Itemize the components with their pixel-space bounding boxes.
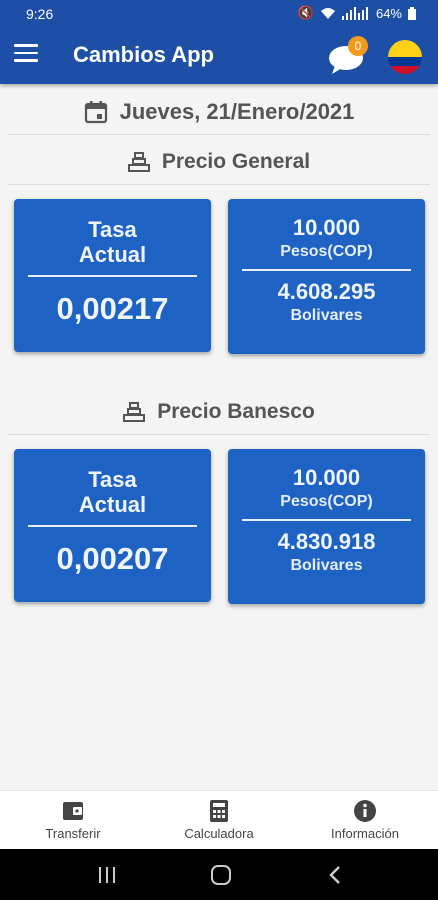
calendar-icon bbox=[84, 101, 107, 124]
notification-badge[interactable]: 0 bbox=[348, 36, 368, 56]
nav-label: Calculadora bbox=[184, 826, 254, 841]
section-title-text: Precio General bbox=[161, 150, 311, 173]
system-navigation-bar bbox=[0, 849, 438, 900]
rate-label-line2: Actual bbox=[78, 492, 147, 517]
converted-value: 4.830.918 bbox=[277, 528, 376, 554]
wallet-icon bbox=[63, 802, 83, 820]
nav-item-informacion[interactable]: Información bbox=[292, 799, 438, 841]
status-icons: 🔇 64% bbox=[298, 5, 416, 21]
nav-item-transferir[interactable]: Transferir bbox=[0, 799, 146, 841]
conversion-card-banesco: 10.000 Pesos(COP) 4.830.918 Bolivares bbox=[228, 449, 425, 604]
battery-icon bbox=[408, 6, 416, 20]
colombia-flag-icon[interactable] bbox=[388, 40, 422, 74]
rate-value: 0,00207 bbox=[56, 540, 169, 576]
money-icon bbox=[127, 152, 150, 172]
section-title-banesco: Precio Banesco bbox=[8, 390, 430, 435]
rate-label-line1: Tasa bbox=[88, 217, 137, 242]
back-icon[interactable] bbox=[328, 865, 342, 885]
amount-unit: Pesos(COP) bbox=[280, 493, 373, 510]
status-time: 9:26 bbox=[26, 6, 54, 22]
info-icon bbox=[354, 800, 376, 822]
converted-unit: Bolivares bbox=[290, 306, 363, 324]
status-bar: 9:26 🔇 64% bbox=[0, 0, 438, 28]
converted-unit: Bolivares bbox=[290, 556, 363, 574]
rate-card-banesco: Tasa Actual 0,00207 bbox=[14, 449, 211, 602]
home-icon[interactable] bbox=[210, 864, 232, 886]
card-divider bbox=[242, 269, 411, 271]
card-divider bbox=[242, 519, 411, 521]
rate-label-line1: Tasa bbox=[88, 467, 137, 492]
money-icon bbox=[123, 402, 146, 422]
wifi-icon bbox=[320, 8, 335, 19]
mute-icon: 🔇 bbox=[297, 5, 314, 20]
date-header: Jueves, 21/Enero/2021 bbox=[8, 90, 430, 135]
signal-icon bbox=[341, 7, 368, 20]
app-bar: Cambios App 0 bbox=[0, 28, 438, 84]
calculator-icon bbox=[210, 800, 228, 822]
section-title-text: Precio Banesco bbox=[157, 400, 315, 423]
card-divider bbox=[28, 275, 197, 277]
nav-label: Transferir bbox=[45, 826, 101, 841]
amount-value: 10.000 bbox=[292, 215, 361, 240]
rate-card-general: Tasa Actual 0,00217 bbox=[14, 199, 211, 352]
menu-icon[interactable] bbox=[14, 44, 38, 64]
amount-value: 10.000 bbox=[292, 465, 361, 490]
battery-text: 64% bbox=[375, 5, 402, 21]
nav-label: Información bbox=[331, 826, 399, 841]
card-divider bbox=[28, 525, 197, 527]
date-text: Jueves, 21/Enero/2021 bbox=[119, 99, 355, 124]
amount-unit: Pesos(COP) bbox=[280, 243, 373, 260]
converted-value: 4.608.295 bbox=[277, 278, 376, 304]
bottom-navigation: Transferir Calculadora Información bbox=[0, 790, 438, 850]
section-title-general: Precio General bbox=[8, 140, 430, 185]
app-title: Cambios App bbox=[73, 42, 214, 67]
nav-item-calculadora[interactable]: Calculadora bbox=[146, 799, 292, 841]
conversion-card-general: 10.000 Pesos(COP) 4.608.295 Bolivares bbox=[228, 199, 425, 354]
rate-value: 0,00217 bbox=[56, 290, 169, 326]
rate-label-line2: Actual bbox=[78, 242, 147, 267]
recent-apps-icon[interactable] bbox=[98, 866, 116, 884]
